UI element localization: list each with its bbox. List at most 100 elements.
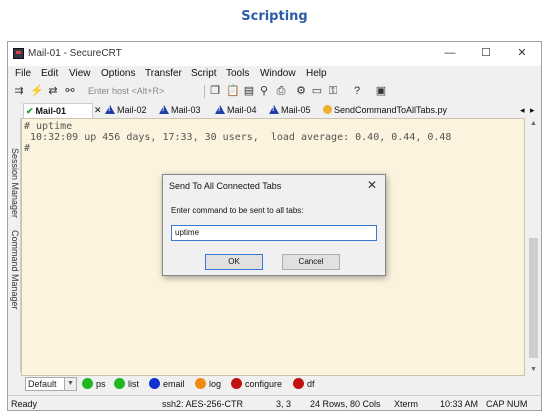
command-input[interactable]: uptime [171,225,377,241]
minimize-button[interactable]: — [435,45,465,61]
window-title: Mail-01 - SecureCRT [28,48,122,59]
session-tabs: ✔Mail-01 ✕ Mail-02 Mail-03 Mail-04 Mail-… [20,103,541,118]
tab-close-icon[interactable]: ✕ [94,103,102,118]
button-email[interactable]: email [149,378,185,390]
tab-mail-01[interactable]: ✔ Mail-01 [23,103,93,118]
menu-view[interactable]: View [69,68,91,79]
side-panel: Session Manager Command Manager [8,102,21,372]
terminal-line: 10:32:09 up 456 days, 17:33, 30 users, l… [24,132,452,143]
warning-icon [159,105,169,114]
toolbar-divider [204,85,205,98]
menu-options[interactable]: Options [101,68,135,79]
menu-script[interactable]: Script [191,68,217,79]
chevron-down-icon[interactable]: ▼ [64,378,76,390]
tab-label: Mail-01 [35,106,67,116]
page-heading: Scripting [241,9,308,24]
button-label: ps [96,379,106,389]
copy-paste-icon[interactable]: ▤ [243,85,255,97]
securecrt-app-icon [13,48,24,59]
maximize-button[interactable]: ☐ [471,45,501,61]
status-cipher: ssh2: AES-256-CTR [162,399,244,409]
button-configure[interactable]: configure [231,378,282,390]
send-to-all-dialog: Send To All Connected Tabs ✕ Enter comma… [162,174,386,276]
blue-dot-icon [149,378,160,389]
button-bar-selected: Default [28,379,57,389]
button-label: list [128,379,139,389]
copy-icon[interactable]: ❐ [209,85,221,97]
status-caps: CAP NUM [486,399,528,409]
connect-icon[interactable]: ⇉ [13,85,25,97]
tab-mail-02[interactable]: Mail-02 [105,103,147,118]
dialog-prompt: Enter command to be sent to all tabs: [171,206,304,215]
tab-label: Mail-04 [227,105,257,115]
dialog-close-icon[interactable]: ✕ [367,178,377,192]
tab-mail-04[interactable]: Mail-04 [215,103,257,118]
quick-connect-icon[interactable]: ⚡ [30,85,44,97]
status-time: 10:33 AM [440,399,479,409]
tab-script[interactable]: SendCommandToAllTabs.py [323,103,447,118]
button-label: df [307,379,315,389]
menu-bar: File Edit View Options Transfer Script T… [8,66,541,81]
status-bar: Ready ssh2: AES-256-CTR 3, 3 24 Rows, 80… [8,395,541,412]
tab-label: Mail-03 [171,105,201,115]
status-terminal: Xterm [394,399,419,409]
find-icon[interactable]: ⚲ [258,85,270,97]
green-dot-icon [114,378,125,389]
button-list[interactable]: list [114,378,139,390]
disconnect-icon[interactable]: ⚯ [64,85,76,97]
terminal-line: # [24,143,31,154]
ok-button[interactable]: OK [205,254,263,270]
button-bar-select[interactable]: Default ▼ [25,377,77,391]
tab-scroll-left-icon[interactable]: ◂ [520,103,525,118]
terminal-scrollbar[interactable]: ▲ ▼ [526,118,541,376]
button-log[interactable]: log [195,378,221,390]
scroll-down-icon[interactable]: ▼ [526,364,541,376]
button-bar: Default ▼ ps list email log configure df [20,376,541,394]
terminal-line: # uptime [24,121,73,132]
warning-icon [269,105,279,114]
help-icon[interactable]: ? [351,85,363,97]
host-input[interactable]: Enter host <Alt+R> [85,85,206,98]
menu-window[interactable]: Window [260,68,296,79]
connected-check-icon: ✔ [26,106,34,116]
tab-label: SendCommandToAllTabs.py [334,105,448,115]
red-dot-icon [293,378,304,389]
print-icon[interactable]: ⎙ [275,85,287,97]
menu-tools[interactable]: Tools [226,68,249,79]
menu-file[interactable]: File [15,68,31,79]
scroll-up-icon[interactable]: ▲ [526,118,541,130]
tab-label: Mail-05 [281,105,311,115]
scroll-thumb[interactable] [529,238,538,358]
menu-transfer[interactable]: Transfer [145,68,182,79]
button-ps[interactable]: ps [82,378,106,390]
button-df[interactable]: df [293,378,315,390]
close-button[interactable]: ✕ [507,45,537,61]
tab-label: Mail-02 [117,105,147,115]
session-manager-tab[interactable]: Session Manager [8,148,20,218]
menu-edit[interactable]: Edit [41,68,58,79]
command-manager-tab[interactable]: Command Manager [8,230,20,310]
button-label: configure [245,379,283,389]
button-label: email [163,379,185,389]
green-dot-icon [82,378,93,389]
orange-dot-icon [195,378,206,389]
dialog-title: Send To All Connected Tabs [169,181,282,191]
global-options-icon[interactable]: ▭ [311,85,323,97]
red-dot-icon [231,378,242,389]
status-ready: Ready [11,399,38,409]
tab-mail-05[interactable]: Mail-05 [269,103,311,118]
menu-help[interactable]: Help [306,68,327,79]
cancel-button[interactable]: Cancel [282,254,340,270]
paste-icon[interactable]: 📋 [226,85,240,97]
button-label: log [209,379,222,389]
keymap-icon[interactable]: ⚿ [327,85,339,97]
settings-gear-icon[interactable]: ⚙ [295,85,307,97]
screenshot-icon[interactable]: ▣ [375,85,387,97]
python-script-icon [323,105,332,114]
warning-icon [215,105,225,114]
title-bar: Mail-01 - SecureCRT — ☐ ✕ [8,42,541,66]
tab-scroll-right-icon[interactable]: ▸ [530,103,535,118]
status-cursor: 3, 3 [276,399,292,409]
reconnect-icon[interactable]: ⇄ [47,85,59,97]
tab-mail-03[interactable]: Mail-03 [159,103,201,118]
